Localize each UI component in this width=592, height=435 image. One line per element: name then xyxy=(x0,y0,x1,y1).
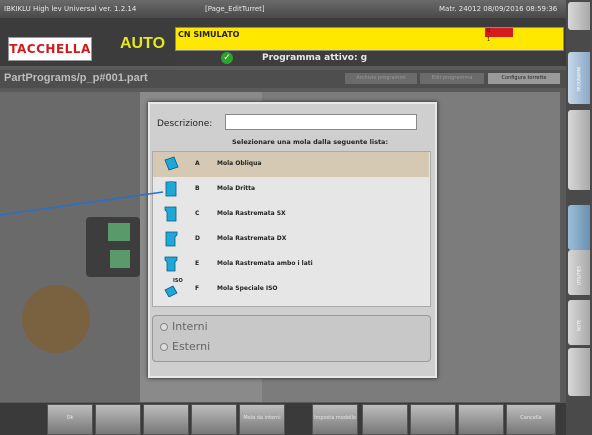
wheel-letter: F xyxy=(195,285,200,292)
wheel-name: Mola Obliqua xyxy=(217,160,262,167)
function-key-2[interactable] xyxy=(95,404,141,435)
wheel-name: Mola Dritta xyxy=(217,185,256,192)
check-icon[interactable]: ✓ xyxy=(221,52,233,64)
function-key-8[interactable] xyxy=(410,404,456,435)
mode-indicator: AUTO xyxy=(120,35,166,52)
straight-wheel-icon xyxy=(165,181,177,197)
function-key-9[interactable] xyxy=(458,404,504,435)
ok-button-label: Ok xyxy=(66,415,74,421)
function-key-4[interactable] xyxy=(191,404,237,435)
cn-status-label: CN SIMULATO xyxy=(178,30,240,39)
description-input[interactable] xyxy=(225,114,417,130)
function-key-7[interactable] xyxy=(362,404,408,435)
wheel-option-c[interactable]: C Mola Rastremata SX xyxy=(153,202,429,227)
set-model-label: Imposta modello xyxy=(314,415,356,421)
right-tab-utilities-label: UTILITIES xyxy=(576,265,582,285)
grinding-wheel-graphic xyxy=(22,285,90,353)
page-name: [Page_EditTurret] xyxy=(205,5,265,13)
active-program-bar xyxy=(175,51,562,66)
radio-icon xyxy=(160,323,168,331)
wheel-letter: E xyxy=(195,260,200,267)
cancel-button[interactable]: Cancella xyxy=(506,404,556,435)
radio-icon xyxy=(160,343,168,351)
set-model-button[interactable]: Imposta modello xyxy=(312,404,358,435)
right-tab-programs[interactable]: PROGRAMMI xyxy=(568,52,590,104)
wheel-name: Mola Rastremata DX xyxy=(217,235,287,242)
cancel-button-label: Cancella xyxy=(520,415,542,421)
right-tab-note[interactable]: NOTE xyxy=(568,300,590,345)
active-program-label: Programma attivo: g xyxy=(262,53,368,63)
turret-part-graphic xyxy=(108,223,130,241)
turret-part-graphic xyxy=(110,250,130,268)
function-key-3[interactable] xyxy=(143,404,189,435)
wheel-option-f[interactable]: ISO F Mola Speciale ISO xyxy=(153,277,429,302)
wheel-option-b[interactable]: B Mola Dritta xyxy=(153,177,429,202)
radio-esterni-label: Esterni xyxy=(172,340,211,353)
machine-datetime: Matr. 24012 08/09/2016 08:59:36 xyxy=(439,5,558,13)
wheel-option-e[interactable]: E Mola Rastremata ambo i lati xyxy=(153,252,429,277)
radio-interni-label: Interni xyxy=(172,320,208,333)
wheel-letter: D xyxy=(195,235,200,242)
brand-logo: TACCHELLA xyxy=(8,37,92,61)
wheel-name: Mola Rastremata ambo i lati xyxy=(217,260,313,267)
title-bar: IBKIKLU High lev Universal ver. 1.2.14 [… xyxy=(0,0,592,18)
alarm-count: 0 xyxy=(487,28,491,34)
list-header: Selezionare una mola dalla seguente list… xyxy=(232,138,389,146)
radio-interni[interactable]: Interni xyxy=(160,320,208,333)
breadcrumb-archive[interactable]: Archivio programmi xyxy=(345,73,417,84)
wheel-letter: C xyxy=(195,210,200,217)
right-tab-gear[interactable] xyxy=(568,205,590,250)
right-tab-4[interactable] xyxy=(568,145,590,190)
wheel-option-a[interactable]: A Mola Obliqua xyxy=(153,152,429,177)
breadcrumb-edit[interactable]: Edit programma xyxy=(420,73,484,84)
iso-badge: ISO xyxy=(173,278,183,284)
right-tab-1[interactable] xyxy=(568,2,590,30)
wheel-letter: B xyxy=(195,185,200,192)
ok-button[interactable]: Ok xyxy=(47,404,93,435)
program-path: PartPrograms/p_p#001.part xyxy=(4,72,148,84)
wheel-letter: A xyxy=(195,160,200,167)
oblique-wheel-icon xyxy=(164,156,179,171)
warning-count: 1 xyxy=(487,37,491,43)
right-tab-8[interactable] xyxy=(568,348,590,396)
warning-counter: 1 xyxy=(485,37,513,47)
right-tab-programs-label: PROGRAMMI xyxy=(576,66,582,92)
app-version: IBKIKLU High lev Universal ver. 1.2.14 xyxy=(4,5,137,13)
internal-wheel-label: Mola da interni xyxy=(243,415,281,421)
internal-wheel-button[interactable]: Mola da interni xyxy=(239,404,285,435)
wheel-name: Mola Rastremata SX xyxy=(217,210,286,217)
alarm-counter: 0 xyxy=(485,28,513,37)
tapered-right-wheel-icon xyxy=(165,231,178,247)
description-label: Descrizione: xyxy=(157,119,213,129)
wheel-name: Mola Speciale ISO xyxy=(217,285,278,292)
tapered-left-wheel-icon xyxy=(164,206,177,222)
right-tab-utilities[interactable]: UTILITIES xyxy=(568,250,590,295)
right-tab-note-label: NOTE xyxy=(576,319,582,331)
radio-esterni[interactable]: Esterni xyxy=(160,340,210,353)
tapered-both-wheel-icon xyxy=(164,256,178,272)
breadcrumb-turrets[interactable]: Configura torrette xyxy=(488,73,560,84)
wheel-option-d[interactable]: D Mola Rastremata DX xyxy=(153,227,429,252)
